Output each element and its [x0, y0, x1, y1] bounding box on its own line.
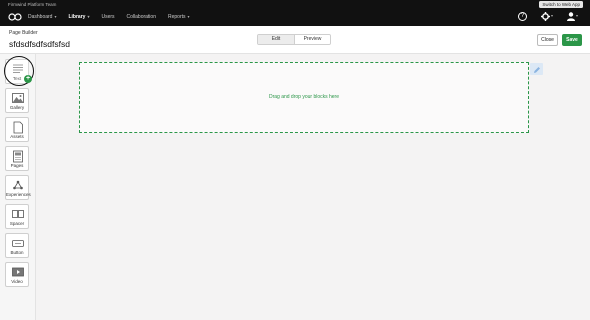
- close-button[interactable]: Close: [537, 34, 558, 46]
- block-button[interactable]: Button: [5, 233, 29, 258]
- spacer-icon: [12, 210, 24, 218]
- nav-collaboration[interactable]: Collaboration: [127, 12, 156, 22]
- main-nav: Dashboard ▾ Library ▾ Users Collaboratio…: [28, 12, 190, 22]
- chevron-down-icon: ▾: [550, 13, 553, 18]
- nav-reports[interactable]: Reports ▾: [168, 12, 190, 22]
- assets-icon: [13, 121, 23, 134]
- team-name: Firmwind Platform Team: [8, 2, 57, 7]
- nav-users-label: Users: [101, 14, 115, 20]
- nav-dashboard-label: Dashboard: [28, 14, 53, 20]
- gear-icon: [540, 11, 550, 21]
- help-button[interactable]: ?: [517, 11, 527, 21]
- dropzone-hint: Drag and drop your blocks here: [268, 94, 340, 100]
- chevron-down-icon: ▾: [187, 14, 190, 19]
- block-gallery-label: Gallery: [9, 105, 25, 110]
- page-title: sfdsdfsdfsdfsfsd: [9, 39, 70, 49]
- infinity-logo-icon[interactable]: [8, 13, 22, 21]
- breadcrumb: Page Builder: [9, 30, 38, 36]
- edit-block-button[interactable]: [530, 63, 543, 75]
- nav-collaboration-label: Collaboration: [126, 14, 156, 20]
- nav-users[interactable]: Users: [101, 12, 114, 22]
- block-experiences-label: Experiences: [6, 192, 31, 197]
- block-gallery[interactable]: Gallery: [5, 88, 29, 113]
- nav-reports-label: Reports: [167, 14, 186, 20]
- block-assets-label: Assets: [10, 134, 24, 139]
- chevron-down-icon: ▾: [54, 14, 57, 19]
- top-right-icons: ? ▾ ▾: [517, 11, 578, 21]
- chevron-down-icon: ▾: [575, 13, 578, 18]
- tab-edit[interactable]: Edit: [258, 35, 294, 44]
- gallery-icon: [12, 93, 24, 103]
- experiences-icon: [13, 180, 23, 190]
- save-button[interactable]: Save: [562, 34, 582, 46]
- button-icon: [12, 240, 24, 247]
- video-icon: [12, 267, 24, 277]
- top-navigation-bar: Firmwind Platform Team Switch to Web App…: [0, 0, 590, 26]
- block-pages-label: Pages: [10, 163, 24, 168]
- edit-preview-toggle: Edit Preview: [257, 34, 331, 45]
- pencil-icon: [534, 67, 540, 73]
- block-button-label: Button: [10, 250, 24, 255]
- nav-dashboard[interactable]: Dashboard ▾: [28, 12, 56, 22]
- chevron-down-icon: ▾: [87, 14, 90, 19]
- add-plus-icon[interactable]: +: [24, 75, 32, 83]
- pages-icon: [13, 150, 23, 163]
- block-palette: Text Gallery Assets Pages Experiences Sp…: [0, 54, 36, 320]
- block-spacer-label: Spacer: [9, 221, 25, 226]
- user-menu[interactable]: ▾: [566, 11, 578, 21]
- block-video-label: Video: [11, 279, 23, 284]
- nav-library[interactable]: Library ▾: [68, 12, 89, 22]
- page-builder-header: Page Builder sfdsdfsdfsdfsfsd Edit Previ…: [0, 26, 590, 54]
- switch-to-web-app-button[interactable]: Switch to Web App: [539, 1, 583, 8]
- nav-library-label: Library: [68, 14, 86, 20]
- block-assets[interactable]: Assets: [5, 117, 29, 142]
- block-pages[interactable]: Pages: [5, 146, 29, 171]
- help-icon: ?: [517, 11, 527, 21]
- block-video[interactable]: Video: [5, 262, 29, 287]
- block-spacer[interactable]: Spacer: [5, 204, 29, 229]
- settings-menu[interactable]: ▾: [540, 11, 553, 21]
- user-icon: [566, 11, 575, 21]
- block-experiences[interactable]: Experiences: [5, 175, 31, 200]
- tab-preview[interactable]: Preview: [294, 35, 330, 44]
- block-dropzone[interactable]: Drag and drop your blocks here: [79, 62, 529, 133]
